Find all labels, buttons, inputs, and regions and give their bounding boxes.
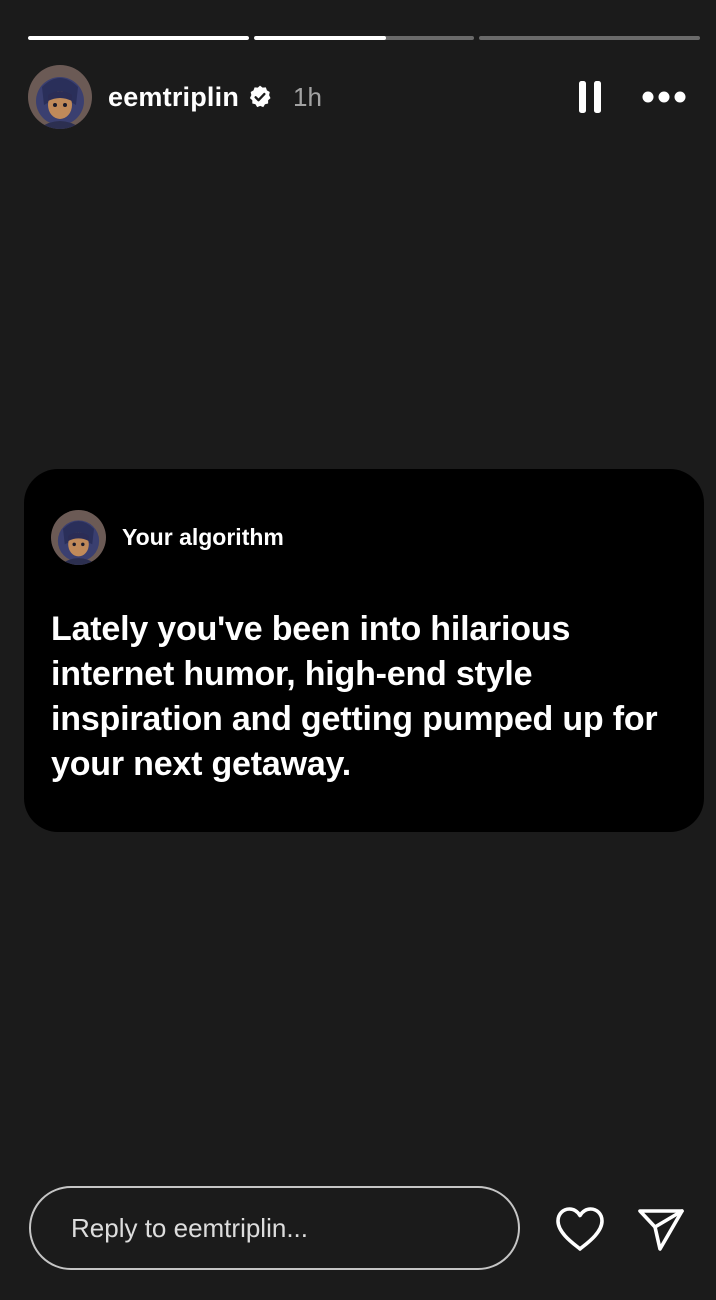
reply-input[interactable]: Reply to eemtriplin... <box>29 1186 520 1270</box>
story-viewer: eemtriplin 1h Your algorithm Lately you'… <box>0 0 716 1300</box>
progress-segment <box>253 36 475 40</box>
like-button[interactable] <box>553 1205 607 1253</box>
send-button[interactable] <box>634 1205 688 1253</box>
progress-segment <box>28 36 249 40</box>
progress-fill <box>253 36 387 40</box>
story-header: eemtriplin 1h <box>28 64 688 130</box>
progress-segment <box>479 36 701 40</box>
story-progress <box>28 36 701 40</box>
card-title: Your algorithm <box>122 524 284 550</box>
more-options-button[interactable] <box>640 77 688 117</box>
progress-fill <box>28 36 249 40</box>
algorithm-card: Your algorithm Lately you've been into h… <box>24 469 704 832</box>
post-time: 1h <box>293 81 322 112</box>
send-icon <box>638 1209 684 1251</box>
verified-badge-icon <box>249 85 271 108</box>
card-body-text: Lately you've been into hilarious intern… <box>51 610 658 783</box>
avatar[interactable] <box>28 65 92 129</box>
pause-button[interactable] <box>570 77 610 117</box>
heart-icon <box>556 1207 604 1251</box>
card-avatar <box>51 510 106 565</box>
card-header: Your algorithm <box>51 510 284 565</box>
username[interactable]: eemtriplin <box>108 82 239 113</box>
more-horizontal-icon <box>642 91 686 103</box>
pause-icon <box>579 81 601 113</box>
reply-placeholder: Reply to eemtriplin... <box>71 1212 308 1243</box>
